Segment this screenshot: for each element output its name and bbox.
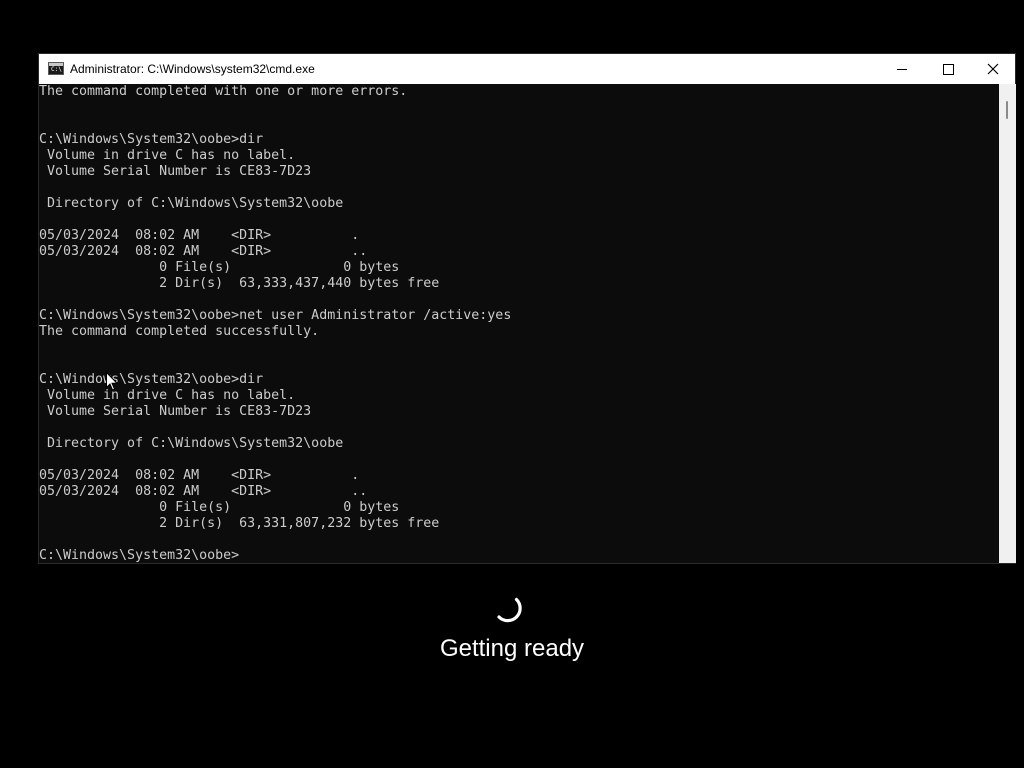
setup-status-text: Getting ready: [439, 635, 585, 662]
console-line: 0 File(s) 0 bytes: [39, 500, 400, 515]
console-line: 05/03/2024 08:02 AM <DIR> ..: [39, 484, 368, 499]
console-line: Volume Serial Number is CE83-7D23: [39, 404, 312, 419]
console-line: 0 File(s) 0 bytes: [39, 260, 400, 275]
console-line: 2 Dir(s) 63,331,807,232 bytes free: [39, 516, 440, 531]
console-line: Directory of C:\Windows\System32\oobe: [39, 436, 344, 451]
close-icon: [987, 63, 999, 75]
minimize-button[interactable]: [879, 54, 925, 84]
loading-spinner-icon: [497, 597, 522, 623]
window-title: Administrator: C:\Windows\system32\cmd.e…: [70, 62, 315, 76]
maximize-icon: [942, 63, 954, 75]
mouse-pointer-icon: [106, 372, 118, 391]
oobe-screen: C:\ Administrator: C:\Windows\system32\c…: [0, 0, 1024, 768]
cmd-app-icon[interactable]: C:\: [48, 62, 64, 75]
console-line: C:\Windows\System32\oobe>: [39, 548, 240, 563]
console-line: C:\Windows\System32\oobe>net user Admini…: [39, 308, 512, 323]
console-line: C:\Windows\System32\oobe>dir: [39, 132, 264, 147]
console-output-area[interactable]: The command completed with one or more e…: [39, 84, 999, 563]
console-line: 05/03/2024 08:02 AM <DIR> ..: [39, 244, 368, 259]
maximize-button[interactable]: [925, 54, 971, 84]
console-line: Directory of C:\Windows\System32\oobe: [39, 196, 344, 211]
console-line: Volume Serial Number is CE83-7D23: [39, 164, 312, 179]
vertical-scrollbar[interactable]: [999, 84, 1016, 563]
console-line: 05/03/2024 08:02 AM <DIR> .: [39, 228, 360, 243]
close-button[interactable]: [970, 54, 1016, 84]
console-line: 05/03/2024 08:02 AM <DIR> .: [39, 468, 360, 483]
console-line: Volume in drive C has no label.: [39, 148, 296, 163]
console-line: C:\Windows\System32\oobe>dir: [39, 372, 264, 387]
console-line: The command completed with one or more e…: [39, 84, 408, 99]
console-line: Volume in drive C has no label.: [39, 388, 296, 403]
console-text: The command completed with one or more e…: [39, 84, 999, 563]
title-bar[interactable]: C:\ Administrator: C:\Windows\system32\c…: [39, 54, 1015, 84]
cmd-window[interactable]: C:\ Administrator: C:\Windows\system32\c…: [38, 53, 1016, 564]
scrollbar-thumb[interactable]: [1006, 101, 1008, 119]
console-line: 2 Dir(s) 63,333,437,440 bytes free: [39, 276, 440, 291]
cmd-app-icon-label: C:\: [51, 66, 62, 73]
console-line: The command completed successfully.: [39, 324, 320, 339]
minimize-icon: [897, 68, 907, 70]
